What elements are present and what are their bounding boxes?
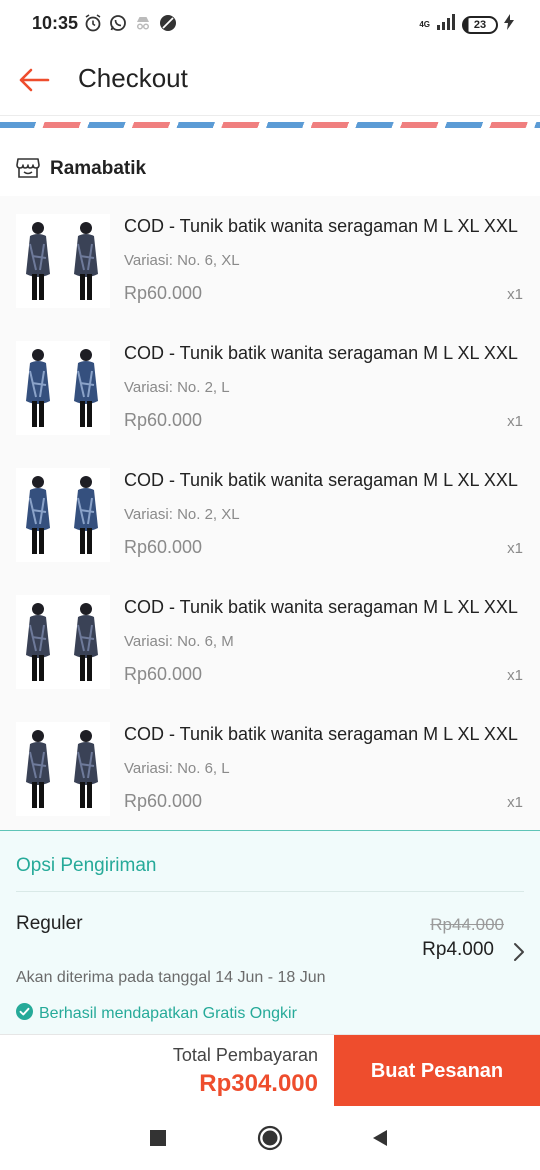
- item-variant: Variasi: No. 6, L: [124, 760, 230, 777]
- network-type-label: 4G: [419, 19, 430, 29]
- shipping-divider: [16, 891, 524, 892]
- item-variant: Variasi: No. 2, XL: [124, 506, 240, 523]
- arrow-left-icon: [18, 68, 50, 97]
- item-price: Rp60.000: [124, 537, 203, 557]
- system-navigation-bar: [0, 1106, 540, 1170]
- product-thumbnail: [16, 722, 110, 816]
- order-items-list: COD - Tunik batik wanita seragaman M L X…: [0, 196, 540, 830]
- status-system-icons: 4G 23: [419, 14, 514, 35]
- item-quantity: x1: [507, 286, 523, 303]
- shipping-eta: Akan diterima pada tanggal 14 Jun - 18 J…: [16, 969, 326, 986]
- address-divider-stripe: [0, 122, 540, 128]
- shop-name: Ramabatik: [50, 158, 147, 179]
- item-title: COD - Tunik batik wanita seragaman M L X…: [124, 470, 518, 490]
- order-item[interactable]: COD - Tunik batik wanita seragaman M L X…: [0, 450, 540, 577]
- item-title: COD - Tunik batik wanita seragaman M L X…: [124, 724, 518, 744]
- check-circle-icon: [16, 1003, 33, 1025]
- order-item[interactable]: COD - Tunik batik wanita seragaman M L X…: [0, 196, 540, 323]
- item-price: Rp60.000: [124, 791, 203, 811]
- store-icon: [16, 157, 40, 184]
- place-order-button[interactable]: Buat Pesanan: [334, 1035, 540, 1107]
- item-quantity: x1: [507, 667, 523, 684]
- data-saver-icon: [159, 14, 177, 37]
- status-bar: 10:35 4G 23: [0, 0, 540, 50]
- item-quantity: x1: [507, 540, 523, 557]
- shop-header[interactable]: Ramabatik: [0, 140, 540, 196]
- circle-icon[interactable]: [256, 1124, 284, 1152]
- order-item[interactable]: COD - Tunik batik wanita seragaman M L X…: [0, 577, 540, 704]
- battery-indicator: 23: [462, 15, 498, 34]
- item-variant: Variasi: No. 2, L: [124, 379, 230, 396]
- status-notification-icons: [84, 14, 177, 37]
- product-thumbnail: [16, 341, 110, 435]
- free-shipping-notice: Berhasil mendapatkan Gratis Ongkir: [16, 1003, 297, 1025]
- triangle-back-icon[interactable]: [366, 1124, 394, 1152]
- item-price: Rp60.000: [124, 410, 203, 430]
- item-price: Rp60.000: [124, 664, 203, 684]
- square-icon[interactable]: [144, 1124, 172, 1152]
- shipping-options-section: Opsi Pengiriman Reguler Rp44.000 Rp4.000…: [0, 830, 540, 1034]
- shipping-discounted-price[interactable]: Rp4.000: [422, 939, 494, 961]
- item-variant: Variasi: No. 6, XL: [124, 252, 240, 269]
- back-button[interactable]: [16, 64, 52, 100]
- charging-icon: [504, 14, 514, 35]
- item-title: COD - Tunik batik wanita seragaman M L X…: [124, 343, 518, 363]
- product-thumbnail: [16, 214, 110, 308]
- item-quantity: x1: [507, 794, 523, 811]
- free-shipping-text: Berhasil mendapatkan Gratis Ongkir: [39, 1005, 297, 1022]
- item-variant: Variasi: No. 6, M: [124, 633, 234, 650]
- status-time: 10:35: [32, 13, 79, 33]
- signal-icon: [436, 14, 456, 35]
- product-thumbnail: [16, 595, 110, 689]
- app-bar: Checkout: [0, 50, 540, 116]
- item-title: COD - Tunik batik wanita seragaman M L X…: [124, 216, 518, 236]
- item-quantity: x1: [507, 413, 523, 430]
- product-thumbnail: [16, 468, 110, 562]
- total-payment-label: Total Pembayaran: [172, 1045, 318, 1065]
- item-price: Rp60.000: [124, 283, 203, 303]
- shipping-section-title: Opsi Pengiriman: [16, 855, 157, 876]
- whatsapp-icon: [109, 14, 127, 37]
- checkout-bar: Total Pembayaran Rp304.000 Buat Pesanan: [0, 1034, 540, 1107]
- shipping-original-price: Rp44.000: [430, 915, 504, 934]
- page-title: Checkout: [78, 63, 188, 93]
- shipping-method[interactable]: Reguler: [16, 913, 83, 935]
- order-item[interactable]: COD - Tunik batik wanita seragaman M L X…: [0, 704, 540, 831]
- alarm-icon: [84, 14, 102, 37]
- item-title: COD - Tunik batik wanita seragaman M L X…: [124, 597, 518, 617]
- chevron-right-icon[interactable]: [512, 941, 526, 968]
- order-item[interactable]: COD - Tunik batik wanita seragaman M L X…: [0, 323, 540, 450]
- total-payment-value: Rp304.000: [199, 1070, 318, 1097]
- incognito-icon: [134, 14, 152, 37]
